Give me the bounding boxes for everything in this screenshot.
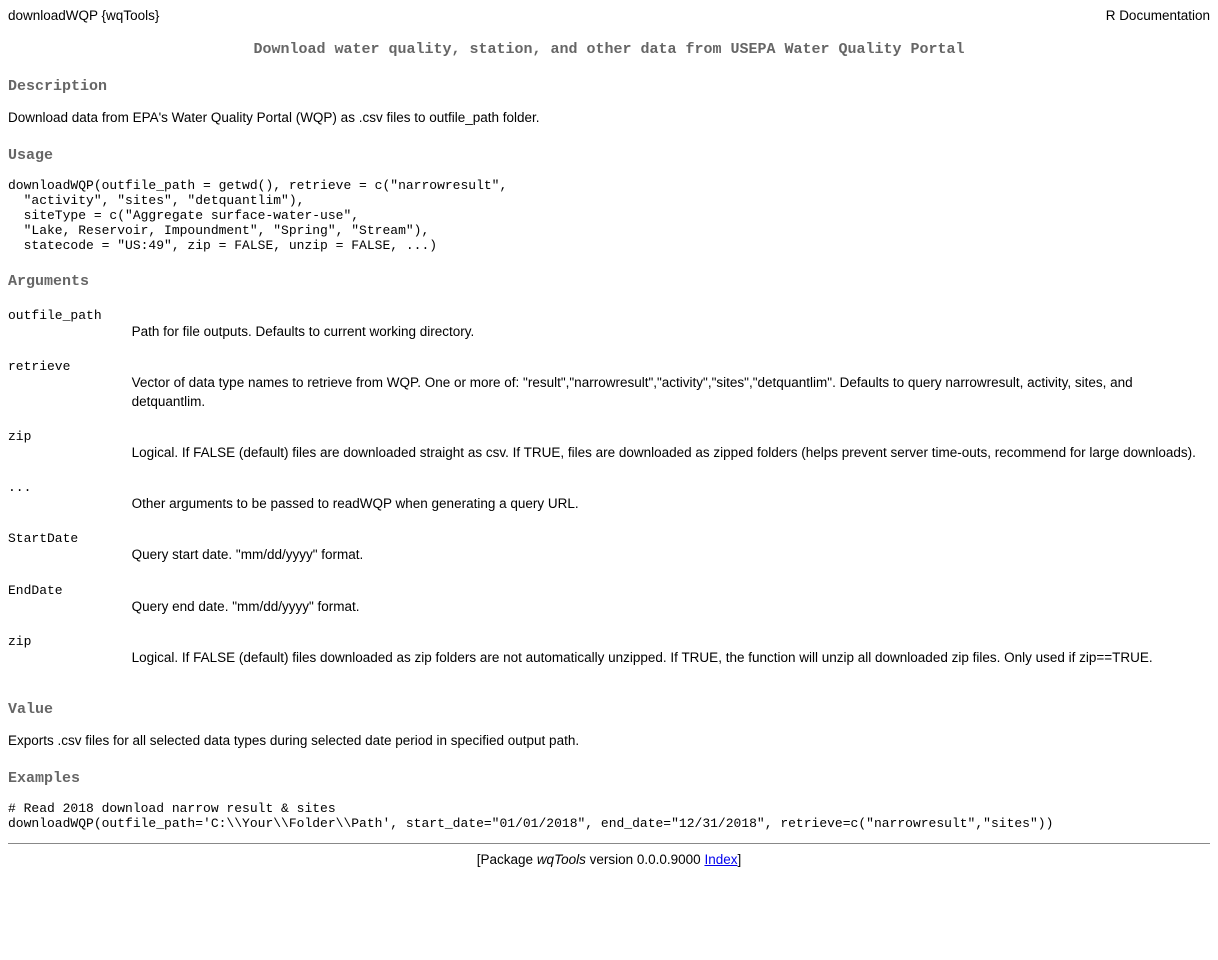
arg-desc: Other arguments to be passed to readWQP … (132, 495, 1210, 527)
usage-code: downloadWQP(outfile_path = getwd(), retr… (8, 178, 1210, 253)
header-table: downloadWQP {wqTools} R Documentation (8, 8, 1210, 23)
section-arguments-heading: Arguments (8, 273, 1210, 290)
header-right: R Documentation (720, 8, 1210, 23)
arg-desc: Path for file outputs. Defaults to curre… (132, 323, 1210, 355)
section-usage-heading: Usage (8, 147, 1210, 164)
arg-desc: Vector of data type names to retrieve fr… (132, 374, 1210, 424)
footer-package-name: wqTools (537, 852, 586, 867)
arg-desc: Query end date. "mm/dd/yyyy" format. (132, 598, 1210, 630)
footer-prefix: [Package (477, 852, 537, 867)
section-description-heading: Description (8, 78, 1210, 95)
arg-name: StartDate (8, 527, 132, 546)
footer-divider (8, 843, 1210, 844)
arg-desc: Query start date. "mm/dd/yyyy" format. (132, 546, 1210, 578)
arg-name: outfile_path (8, 304, 132, 323)
section-value-heading: Value (8, 701, 1210, 718)
arg-name: zip (8, 630, 132, 649)
description-text: Download data from EPA's Water Quality P… (8, 109, 1210, 127)
arg-name: zip (8, 425, 132, 444)
arg-name: ... (8, 476, 132, 495)
section-examples-heading: Examples (8, 770, 1210, 787)
examples-code: # Read 2018 download narrow result & sit… (8, 801, 1210, 831)
footer-suffix: ] (737, 852, 741, 867)
page-title: Download water quality, station, and oth… (8, 41, 1210, 58)
footer-version: version 0.0.0.9000 (586, 852, 705, 867)
value-text: Exports .csv files for all selected data… (8, 732, 1210, 750)
arg-name: retrieve (8, 355, 132, 374)
arg-desc: Logical. If FALSE (default) files are do… (132, 444, 1210, 476)
arg-name: EndDate (8, 579, 132, 598)
arg-desc: Logical. If FALSE (default) files downlo… (132, 649, 1210, 681)
header-left: downloadWQP {wqTools} (8, 8, 720, 23)
arguments-table: outfile_pathPath for file outputs. Defau… (8, 304, 1210, 681)
footer: [Package wqTools version 0.0.0.9000 Inde… (8, 852, 1210, 867)
footer-index-link[interactable]: Index (704, 852, 737, 867)
